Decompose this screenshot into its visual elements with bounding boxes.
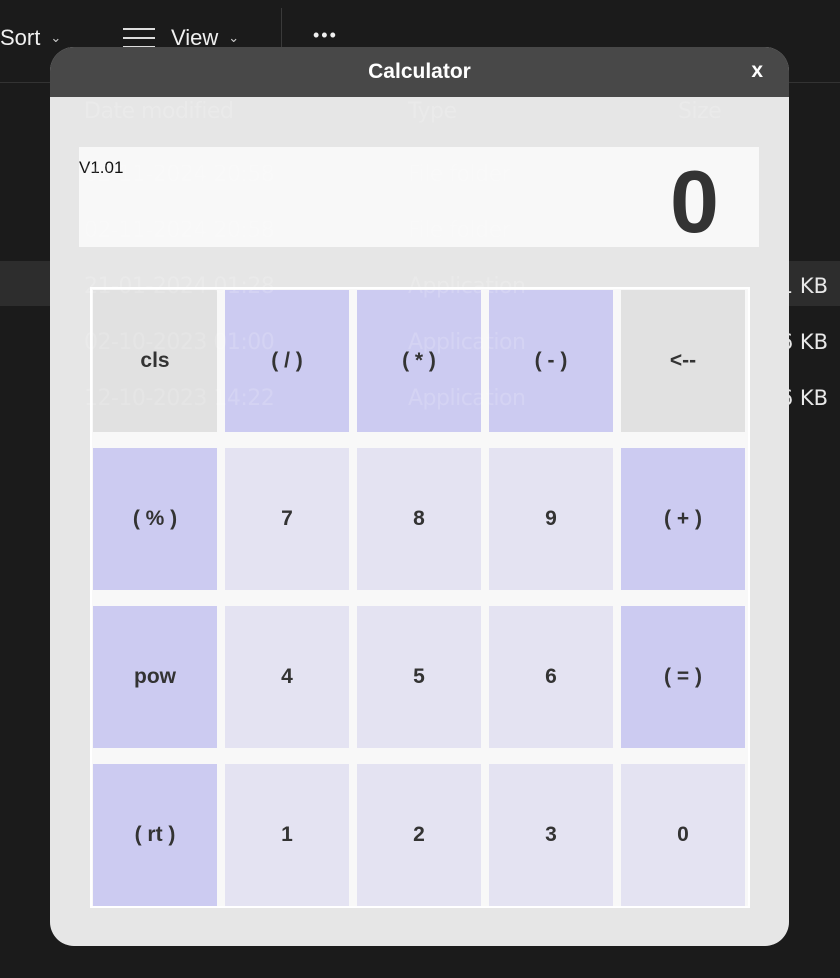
calculator-window: Calculator x V1.01 0 cls( / )( * )( - ) <… bbox=[50, 47, 789, 946]
more-icon: ••• bbox=[313, 25, 338, 45]
calc-button[interactable]: ( - ) bbox=[489, 290, 613, 432]
calc-button[interactable]: 5 bbox=[357, 606, 481, 748]
display: V1.01 0 bbox=[79, 147, 759, 251]
sort-label: Sort bbox=[0, 25, 41, 50]
calc-button[interactable]: <-- bbox=[621, 290, 745, 432]
chevron-down-icon: ⌄ bbox=[50, 30, 62, 45]
close-button[interactable]: x bbox=[751, 59, 763, 83]
calc-button[interactable]: 6 bbox=[489, 606, 613, 748]
title-bar[interactable]: Calculator x bbox=[50, 47, 789, 97]
keypad: cls( / )( * )( - ) <-- ( % ) 7 8 9( + ) pow 4 5 6… bbox=[90, 287, 750, 908]
calc-button[interactable]: ( / ) bbox=[225, 290, 349, 432]
calc-button[interactable]: cls bbox=[93, 290, 217, 432]
calc-button[interactable]: 1 bbox=[225, 764, 349, 906]
calc-button[interactable]: 4 bbox=[225, 606, 349, 748]
calc-button[interactable]: 8 bbox=[357, 448, 481, 590]
version-label: V1.01 bbox=[79, 158, 124, 177]
calc-button[interactable]: 0 bbox=[621, 764, 745, 906]
calc-button[interactable]: ( rt ) bbox=[93, 764, 217, 906]
calc-button[interactable]: pow bbox=[93, 606, 217, 748]
display-value: 0 bbox=[670, 152, 719, 251]
window-title: Calculator bbox=[368, 60, 471, 83]
calc-button[interactable]: 7 bbox=[225, 448, 349, 590]
more-options-button[interactable]: ••• bbox=[313, 25, 338, 46]
calc-button[interactable]: ( * ) bbox=[357, 290, 481, 432]
calc-button[interactable]: ( = ) bbox=[621, 606, 745, 748]
calc-button[interactable]: ( % ) bbox=[93, 448, 217, 590]
hamburger-icon bbox=[123, 28, 155, 48]
calc-button[interactable]: 3 bbox=[489, 764, 613, 906]
calc-button[interactable]: ( + ) bbox=[621, 448, 745, 590]
calc-button[interactable]: 9 bbox=[489, 448, 613, 590]
chevron-down-icon: ⌄ bbox=[228, 30, 240, 45]
calc-button[interactable]: 2 bbox=[357, 764, 481, 906]
